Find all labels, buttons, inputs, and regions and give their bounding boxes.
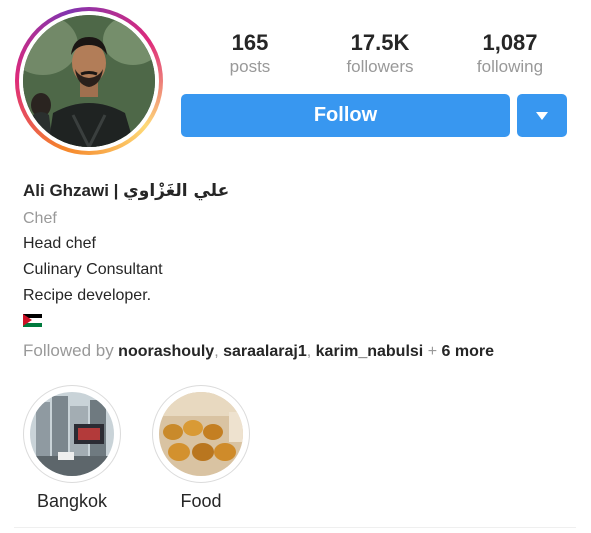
- profile-avatar[interactable]: [15, 7, 163, 155]
- posts-label: posts: [229, 57, 271, 76]
- separator-comma: ,: [214, 343, 219, 360]
- highlight-bangkok[interactable]: Bangkok: [22, 385, 122, 512]
- following-count: 1,087: [482, 30, 538, 55]
- profile-category: Chef: [23, 210, 57, 227]
- more-plus: +: [427, 343, 438, 360]
- followed-by[interactable]: Followed by noorashouly, saraalaraj1, ka…: [23, 341, 494, 361]
- name-latin: Ali Ghzawi |: [23, 181, 119, 200]
- follow-button[interactable]: Follow: [181, 94, 510, 137]
- follower-link[interactable]: noorashouly: [118, 343, 214, 360]
- highlight-label: Food: [180, 491, 222, 511]
- highlight-ring: [152, 385, 250, 483]
- highlight-cover-image: [30, 392, 114, 476]
- followers-count: 17.5K: [350, 30, 410, 55]
- highlight-ring: [23, 385, 121, 483]
- follower-link[interactable]: karim_nabulsi: [316, 343, 424, 360]
- section-divider: [14, 527, 576, 528]
- avatar-photo: [23, 15, 155, 147]
- stat-following[interactable]: 1,087 following: [445, 30, 575, 77]
- stat-posts[interactable]: 165 posts: [185, 30, 315, 77]
- suggested-accounts-button[interactable]: [517, 94, 567, 137]
- highlight-food[interactable]: Food: [151, 385, 251, 512]
- chevron-down-icon: [536, 112, 548, 120]
- profile-stats: 165 posts 17.5K followers 1,087 followin…: [185, 30, 575, 77]
- more-followers-link[interactable]: 6 more: [442, 343, 494, 360]
- bio-line-consultant: Culinary Consultant: [23, 261, 163, 278]
- stat-followers[interactable]: 17.5K followers: [315, 30, 445, 77]
- profile-name: Ali Ghzawi | علي الغَزْاوي: [23, 181, 229, 201]
- followed-by-label: Followed by: [23, 341, 114, 360]
- name-arabic: علي الغَزْاوي: [123, 181, 230, 201]
- posts-count: 165: [231, 30, 269, 55]
- avatar-border: [19, 11, 159, 151]
- following-label: following: [476, 57, 544, 76]
- bio-line-head-chef: Head chef: [23, 235, 96, 252]
- chef-portrait-image: [23, 15, 155, 147]
- followers-label: followers: [346, 57, 414, 76]
- jordan-flag-icon: [23, 314, 42, 327]
- highlight-label: Bangkok: [36, 491, 108, 511]
- bio-line-recipe-developer: Recipe developer.: [23, 287, 152, 304]
- highlight-cover-image: [159, 392, 243, 476]
- follower-link[interactable]: saraalaraj1: [223, 343, 307, 360]
- separator-comma: ,: [306, 343, 312, 360]
